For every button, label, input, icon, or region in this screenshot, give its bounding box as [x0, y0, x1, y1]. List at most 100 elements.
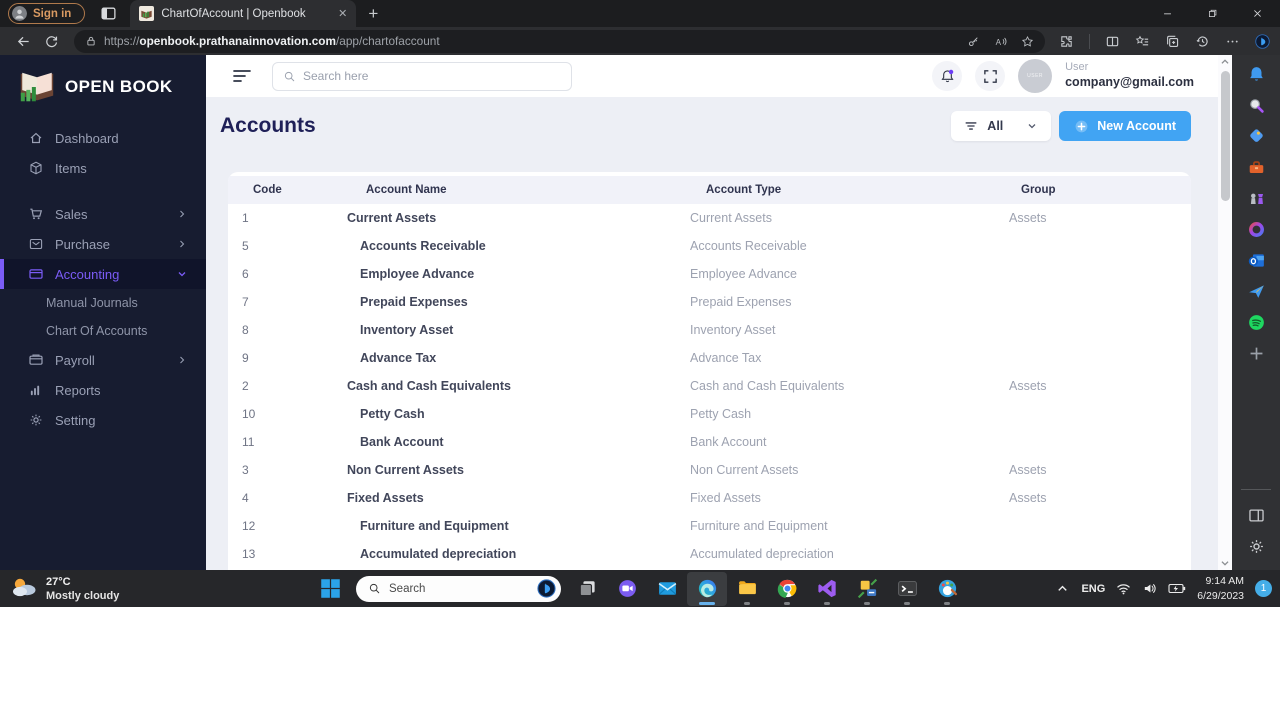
taskbar-edge-button[interactable]	[687, 572, 727, 606]
table-row[interactable]: 9Advance TaxAdvance Tax	[228, 344, 1191, 372]
table-row[interactable]: 3Non Current AssetsNon Current AssetsAss…	[228, 456, 1191, 484]
taskbar-weather-widget[interactable]: 27°C Mostly cloudy	[10, 575, 119, 601]
subitem-label: Chart Of Accounts	[46, 324, 147, 338]
table-row[interactable]: 10Petty CashPetty Cash	[228, 400, 1191, 428]
sidebar-item-payroll[interactable]: Payroll	[0, 345, 206, 375]
notifications-button[interactable]	[932, 61, 962, 91]
new-tab-button[interactable]: +	[368, 4, 378, 24]
taskbar-dev-tools-button[interactable]	[847, 572, 887, 606]
sidebar-subitem-chart-of-accounts[interactable]: Chart Of Accounts	[0, 317, 206, 345]
extensions-icon[interactable]	[1059, 34, 1074, 49]
table-row[interactable]: 4Fixed AssetsFixed AssetsAssets	[228, 484, 1191, 512]
search-icon	[1247, 96, 1266, 115]
read-aloud-icon[interactable]: A	[994, 35, 1007, 48]
sidebar-item-accounting[interactable]: Accounting	[0, 259, 206, 289]
edge-sidebar-bell-button[interactable]	[1232, 59, 1280, 90]
edge-sidebar-outlook-button[interactable]	[1232, 245, 1280, 276]
tray-overflow-icon[interactable]	[1055, 581, 1070, 596]
more-menu-icon[interactable]	[1225, 34, 1240, 49]
table-row[interactable]: 6Employee AdvanceEmployee Advance	[228, 260, 1191, 288]
taskbar-paint-button[interactable]	[927, 572, 967, 606]
taskbar-search[interactable]: Search	[356, 576, 561, 602]
favorite-icon[interactable]	[1021, 35, 1034, 48]
cell-code: 3	[228, 463, 338, 477]
taskbar-file-explorer-button[interactable]	[727, 572, 767, 606]
clock[interactable]: 9:14 AM 6/29/2023	[1197, 574, 1244, 602]
battery-icon[interactable]	[1168, 581, 1186, 596]
restore-button[interactable]	[1190, 0, 1235, 27]
taskbar-terminal-button[interactable]	[887, 572, 927, 606]
edge-sidebar-spotify-button[interactable]	[1232, 307, 1280, 338]
table-row[interactable]: 13Accumulated depreciationAccumulated de…	[228, 540, 1191, 568]
refresh-button[interactable]	[38, 29, 66, 53]
edge-sidebar-tag-button[interactable]	[1232, 121, 1280, 152]
back-button[interactable]	[10, 29, 38, 53]
weather-desc: Mostly cloudy	[46, 590, 119, 602]
password-icon[interactable]	[967, 35, 980, 48]
edge-sidebar-plane-button[interactable]	[1232, 276, 1280, 307]
notification-count-badge[interactable]: 1	[1255, 580, 1272, 597]
sidebar-item-sales[interactable]: Sales	[0, 199, 206, 229]
taskbar-chrome-button[interactable]	[767, 572, 807, 606]
browser-signin-button[interactable]: Sign in	[8, 3, 85, 24]
table-row[interactable]: 2Cash and Cash EquivalentsCash and Cash …	[228, 372, 1191, 400]
taskbar-mail-button[interactable]	[647, 572, 687, 606]
app-logo[interactable]: OPEN BOOK	[0, 55, 206, 123]
edge-sidebar-panel-button[interactable]	[1232, 500, 1280, 531]
language-indicator[interactable]: ENG	[1081, 583, 1105, 595]
edge-sidebar-toolbox-button[interactable]	[1232, 152, 1280, 183]
app-search-box[interactable]	[272, 62, 572, 91]
split-screen-icon[interactable]	[1105, 34, 1120, 49]
address-bar[interactable]: https://openbook.prathanainnovation.com/…	[74, 30, 1045, 53]
edge-sidebar-m365-button[interactable]	[1232, 214, 1280, 245]
table-row[interactable]: 8Inventory AssetInventory Asset	[228, 316, 1191, 344]
edge-sidebar-plus-button[interactable]	[1232, 338, 1280, 369]
history-icon[interactable]	[1195, 34, 1210, 49]
sidebar-item-dashboard[interactable]: Dashboard	[0, 123, 206, 153]
search-input[interactable]	[303, 69, 561, 83]
start-button[interactable]	[310, 572, 350, 606]
taskbar-task-view-button[interactable]	[567, 572, 607, 606]
taskbar-visual-studio-button[interactable]	[807, 572, 847, 606]
fullscreen-button[interactable]	[975, 61, 1005, 91]
workspaces-icon[interactable]	[100, 5, 117, 22]
edge-sidebar-gear-gray-button[interactable]	[1232, 531, 1280, 562]
minimize-button[interactable]	[1145, 0, 1190, 27]
sidebar-item-reports[interactable]: Reports	[0, 375, 206, 405]
sidebar-subitem-manual-journals[interactable]: Manual Journals	[0, 289, 206, 317]
edge-sidebar-games-button[interactable]	[1232, 183, 1280, 214]
cell-account-name: Current Assets	[338, 211, 683, 225]
sidebar-item-purchase[interactable]: Purchase	[0, 229, 206, 259]
scroll-up-icon[interactable]	[1218, 55, 1232, 69]
wifi-icon[interactable]	[1116, 581, 1131, 596]
copilot-icon[interactable]	[1255, 34, 1270, 49]
paint-icon	[937, 578, 958, 599]
table-row[interactable]: 12Furniture and EquipmentFurniture and E…	[228, 512, 1191, 540]
menu-toggle-icon[interactable]	[232, 68, 252, 84]
table-row[interactable]: 5Accounts ReceivableAccounts Receivable	[228, 232, 1191, 260]
close-button[interactable]	[1235, 0, 1280, 27]
sidebar-item-items[interactable]: Items	[0, 153, 206, 183]
scrollbar-thumb[interactable]	[1221, 71, 1230, 201]
tab-close-icon[interactable]: ✕	[338, 7, 347, 20]
table-row[interactable]: 7Prepaid ExpensesPrepaid Expenses	[228, 288, 1191, 316]
user-avatar[interactable]: USER	[1018, 59, 1052, 93]
app-content: Accounts All New Account Code Account N	[206, 97, 1218, 570]
collections-icon[interactable]	[1165, 34, 1180, 49]
volume-icon[interactable]	[1142, 581, 1157, 596]
page-title: Accounts	[220, 114, 316, 138]
browser-tab[interactable]: ChartOfAccount | Openbook ✕	[130, 0, 356, 27]
table-row[interactable]: 11Bank AccountBank Account	[228, 428, 1191, 456]
filter-dropdown[interactable]: All	[951, 111, 1051, 141]
page-scrollbar[interactable]	[1218, 55, 1232, 570]
table-row[interactable]: 1Current AssetsCurrent AssetsAssets	[228, 204, 1191, 232]
cell-code: 7	[228, 295, 338, 309]
taskbar-chat-button[interactable]	[607, 572, 647, 606]
sidebar-item-setting[interactable]: Setting	[0, 405, 206, 435]
edge-sidebar-search-button[interactable]	[1232, 90, 1280, 121]
scroll-down-icon[interactable]	[1218, 556, 1232, 570]
favorites-icon[interactable]	[1135, 34, 1150, 49]
new-account-button[interactable]: New Account	[1059, 111, 1191, 141]
user-info[interactable]: User company@gmail.com	[1065, 61, 1194, 90]
cell-account-name: Employee Advance	[338, 267, 683, 281]
